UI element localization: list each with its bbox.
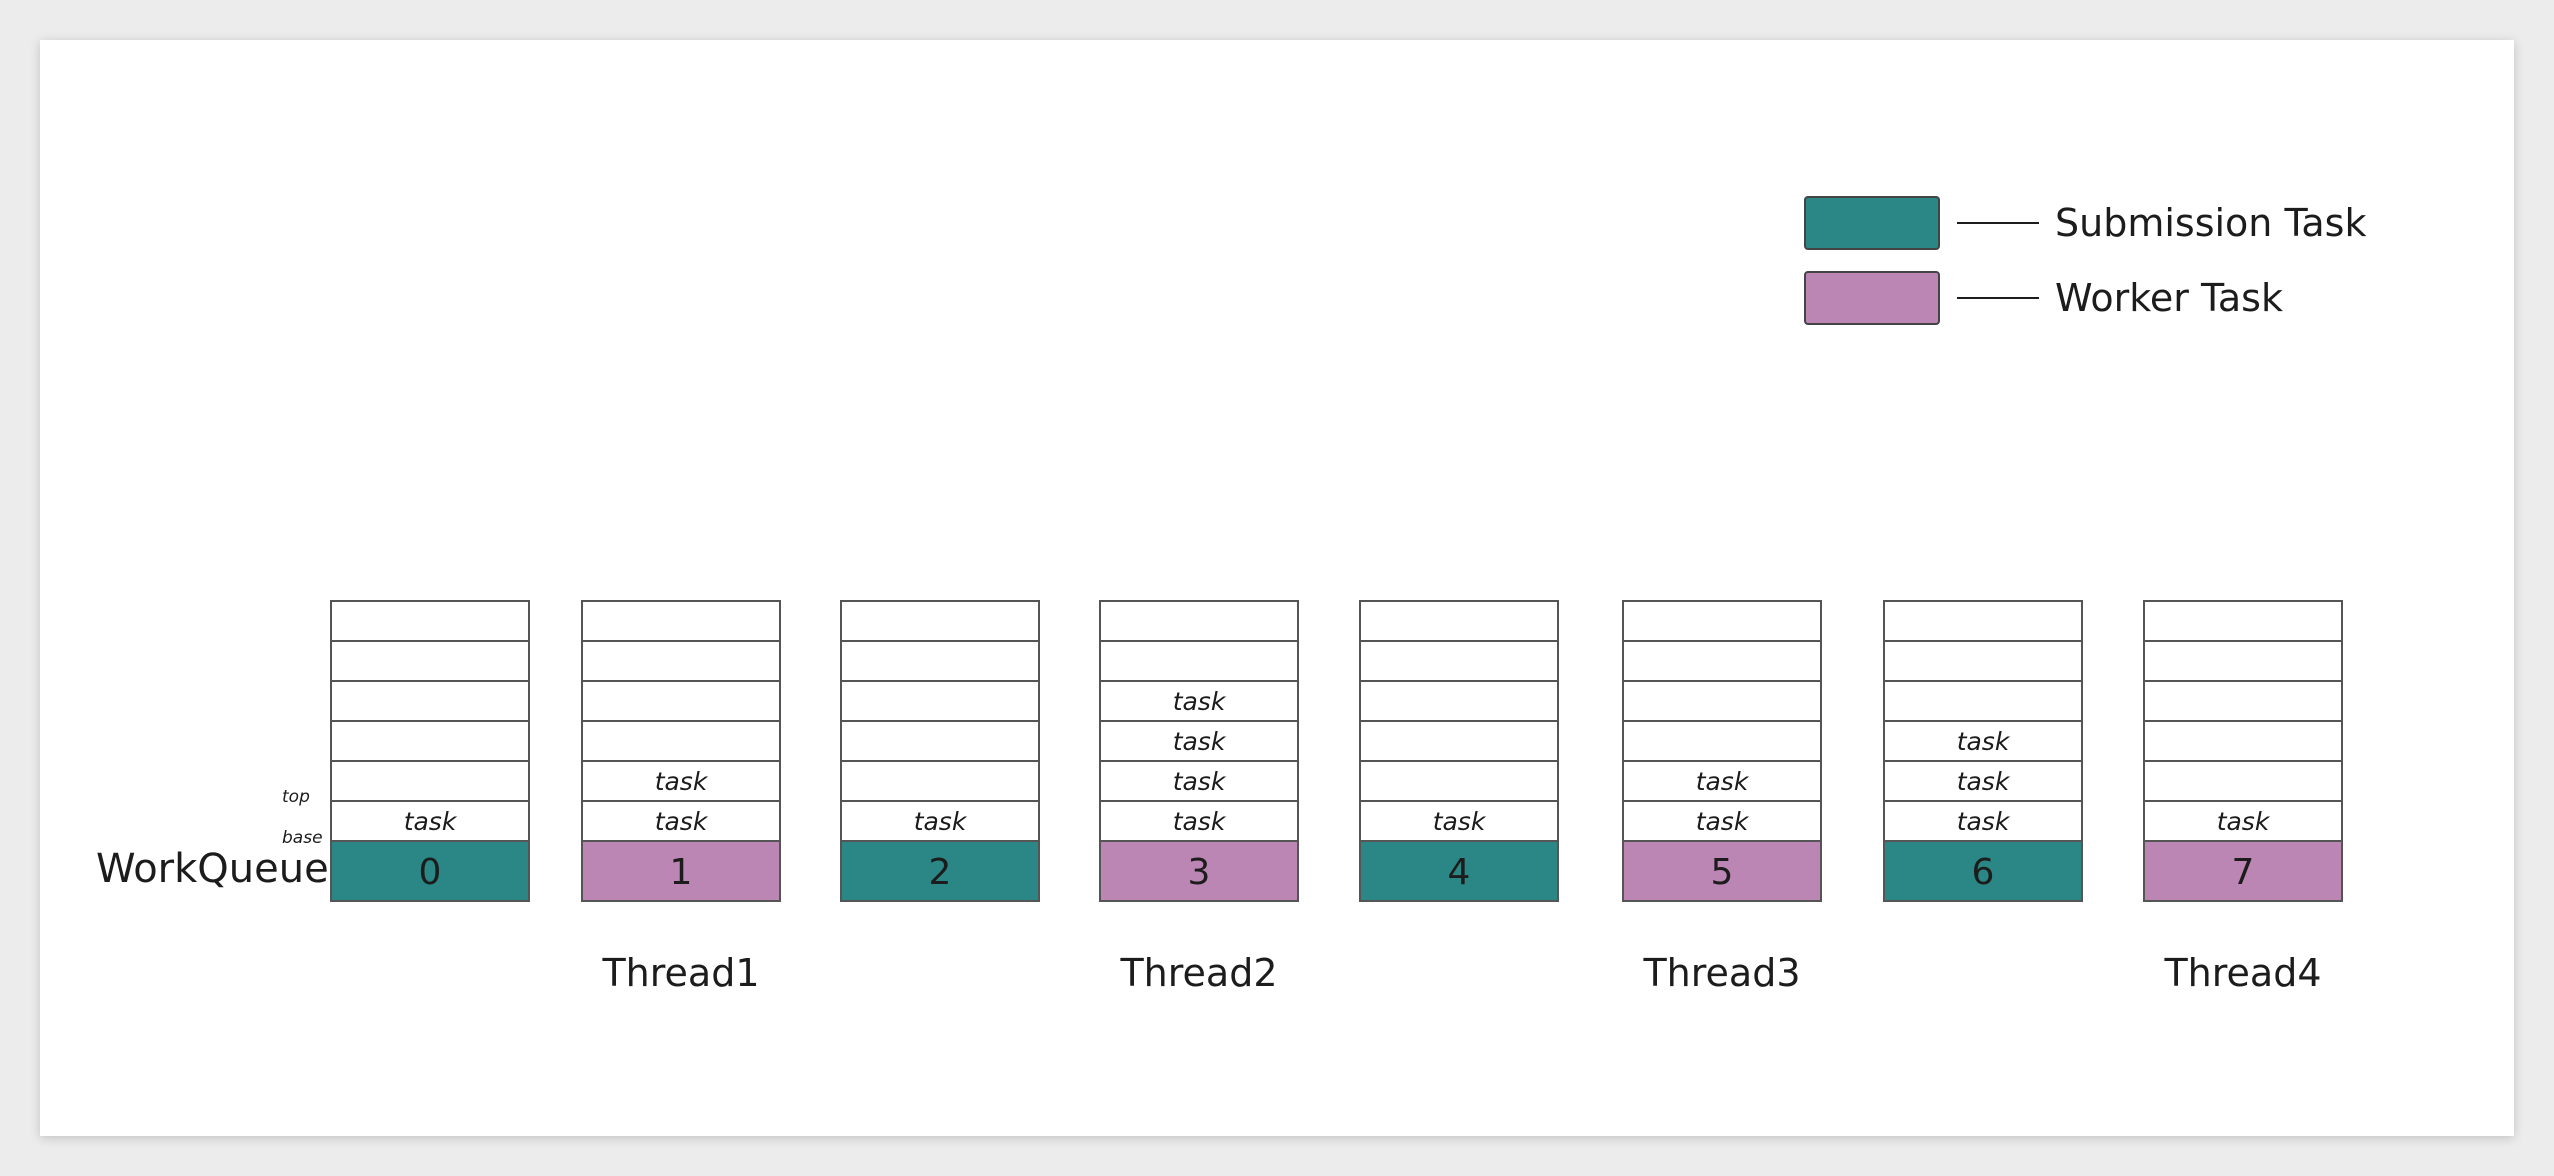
workqueue-label: WorkQueue[] xyxy=(96,846,360,892)
queue-slot xyxy=(2143,640,2343,682)
task-label: task xyxy=(1696,767,1750,796)
queue-slot xyxy=(1099,640,1299,682)
queue-slot xyxy=(1359,640,1559,682)
task-label: task xyxy=(1173,727,1227,756)
queue-0: task 0 xyxy=(330,600,530,902)
queue-index: 6 xyxy=(1972,852,1995,893)
task-label: task xyxy=(1173,807,1227,836)
legend-swatch-worker xyxy=(1804,271,1940,325)
task-label: task xyxy=(1957,727,2011,756)
queue-index: 1 xyxy=(670,852,693,893)
base-label: base xyxy=(282,828,323,848)
queue-slot xyxy=(1622,720,1822,762)
legend-item-worker: Worker Task xyxy=(1804,271,2283,325)
queue-5: task task 5 xyxy=(1622,600,1822,902)
queue-slot xyxy=(1883,600,2083,642)
queue-7: task 7 xyxy=(2143,600,2343,902)
task-label: task xyxy=(1433,807,1487,836)
task-label: task xyxy=(404,807,458,836)
queue-slot xyxy=(581,680,781,722)
thread-labels: Thread1 Thread2 Thread3 Thread4 xyxy=(601,951,2321,995)
task-label: task xyxy=(1957,767,2011,796)
legend-label-worker: Worker Task xyxy=(2055,276,2283,320)
queue-slot xyxy=(330,680,530,722)
queue-slot xyxy=(2143,680,2343,722)
thread-label: Thread1 xyxy=(601,951,759,995)
queue-slot xyxy=(330,760,530,802)
top-label: top xyxy=(282,787,310,807)
task-label: task xyxy=(655,767,709,796)
queue-slot xyxy=(330,640,530,682)
legend-item-submission: Submission Task xyxy=(1804,196,2366,250)
queue-6: task task task 6 xyxy=(1883,600,2083,902)
task-label: task xyxy=(2217,807,2271,836)
queue-slot xyxy=(1622,680,1822,722)
queue-slot xyxy=(840,760,1040,802)
task-label: task xyxy=(655,807,709,836)
legend: Submission Task Worker Task xyxy=(1804,196,2366,325)
thread-label: Thread4 xyxy=(2163,951,2321,995)
queue-slot xyxy=(330,600,530,642)
queue-slot xyxy=(1883,640,2083,682)
queue-slot xyxy=(840,680,1040,722)
queue-slot xyxy=(330,720,530,762)
queue-slot xyxy=(840,600,1040,642)
queue-1: task task 1 xyxy=(581,600,781,902)
queue-slot xyxy=(2143,760,2343,802)
legend-swatch-submission xyxy=(1804,196,1940,250)
task-label: task xyxy=(1173,767,1227,796)
queue-slot xyxy=(1359,760,1559,802)
task-label: task xyxy=(1696,807,1750,836)
thread-label: Thread2 xyxy=(1119,951,1277,995)
queue-slot xyxy=(1622,600,1822,642)
workqueue-diagram: Submission Task Worker Task WorkQueue[] t… xyxy=(96,196,2366,995)
task-label: task xyxy=(1173,687,1227,716)
queue-slot xyxy=(581,720,781,762)
queue-slot xyxy=(2143,600,2343,642)
queue-slot xyxy=(1883,680,2083,722)
queue-4: task 4 xyxy=(1359,600,1559,902)
queue-slot xyxy=(1359,720,1559,762)
task-label: task xyxy=(914,807,968,836)
axis-labels: WorkQueue[] top base xyxy=(96,787,360,892)
task-label: task xyxy=(1957,807,2011,836)
legend-label-submission: Submission Task xyxy=(2055,201,2366,245)
queue-slot xyxy=(581,640,781,682)
queue-slot xyxy=(1622,640,1822,682)
queue-slot xyxy=(1359,680,1559,722)
queue-slot xyxy=(840,640,1040,682)
queue-index: 3 xyxy=(1188,852,1211,893)
queue-slot xyxy=(840,720,1040,762)
queues: task0tasktask1task2tasktasktasktask3task… xyxy=(330,600,2343,902)
queue-slot xyxy=(2143,720,2343,762)
queue-slot xyxy=(1359,600,1559,642)
queue-slot xyxy=(1099,600,1299,642)
queue-3: task task task task 3 xyxy=(1099,600,1299,902)
queue-index: 2 xyxy=(929,852,952,893)
queue-slot xyxy=(581,600,781,642)
queue-index: 5 xyxy=(1711,852,1734,893)
queue-2: task 2 xyxy=(840,600,1040,902)
thread-label: Thread3 xyxy=(1642,951,1800,995)
queue-index: 0 xyxy=(419,852,442,893)
queue-index: 7 xyxy=(2232,852,2255,893)
queue-index: 4 xyxy=(1448,852,1471,893)
diagram-canvas: Submission Task Worker Task WorkQueue[] t… xyxy=(40,40,2514,1136)
